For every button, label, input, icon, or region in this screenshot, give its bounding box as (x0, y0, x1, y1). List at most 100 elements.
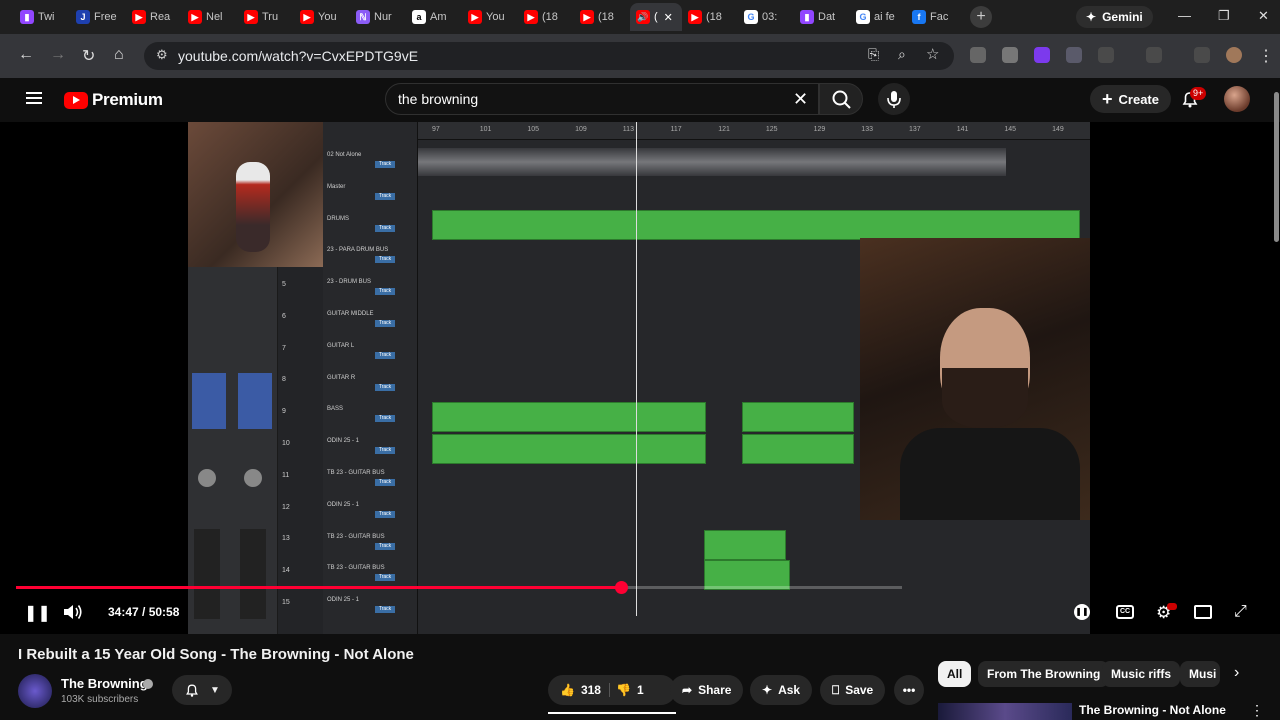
extensions-puzzle-icon[interactable] (1098, 47, 1114, 63)
back-icon[interactable]: ← (18, 46, 34, 64)
recommended-video-title[interactable]: The Browning - Not Alone (1079, 703, 1226, 717)
forward-icon[interactable]: → (50, 46, 66, 64)
more-actions-button[interactable]: ••• (894, 675, 924, 705)
chevron-right-icon[interactable]: › (1234, 664, 1239, 682)
recommended-more-icon[interactable]: ⋮ (1250, 702, 1264, 719)
daw-track-button[interactable]: Track (375, 542, 395, 550)
search-button[interactable] (819, 83, 863, 115)
daw-track-button[interactable]: Track (375, 256, 395, 264)
scrubber-handle[interactable] (614, 581, 628, 594)
zoom-icon[interactable]: ⌕ (898, 46, 906, 63)
pan-knob-left[interactable] (198, 469, 216, 487)
url-bar[interactable]: ⚙ youtube.com/watch?v=CvxEPDTG9vE (144, 42, 954, 70)
chip-from-channel[interactable]: From The Browning (978, 661, 1110, 687)
timeline-ruler[interactable]: 97 101 105 109 113 117 121 125 129 133 137 141 145 14… (418, 122, 1090, 140)
browser-tab[interactable]: ▮ Dat (794, 3, 850, 31)
fullscreen-icon[interactable]: ⤢ (1234, 603, 1247, 621)
browser-tab[interactable]: ▶ (18 (518, 3, 574, 31)
bookmark-star-icon[interactable]: ☆ (926, 45, 939, 63)
account-avatar[interactable] (1224, 86, 1250, 112)
browser-tab[interactable]: 🔊 (✕ (630, 3, 682, 31)
extension-eyes-icon[interactable] (970, 47, 986, 63)
daw-track-button[interactable]: Track (375, 224, 395, 232)
channel-name[interactable]: The Browning (61, 676, 148, 691)
reload-icon[interactable]: ↻ (82, 46, 95, 66)
chip-music-riffs[interactable]: Music riffs (1102, 661, 1181, 687)
captions-icon[interactable]: CC (1116, 605, 1134, 619)
video-frame[interactable]: 5 6 7 8 9 10 11 12 13 14 15 02 Not Alone Track Maste… (188, 122, 1090, 634)
autoplay-toggle-icon[interactable]: ❚❚ (1074, 604, 1090, 620)
subscribed-button[interactable]: ▼ (172, 675, 232, 705)
browser-tab[interactable]: ▶ Nel (182, 3, 238, 31)
create-button[interactable]: + Create (1090, 85, 1171, 113)
recommended-video-thumbnail[interactable] (938, 703, 1072, 720)
midi-region[interactable] (742, 434, 854, 464)
media-controls-icon[interactable] (1194, 47, 1210, 63)
daw-track-button[interactable]: Track (375, 383, 395, 391)
theater-mode-icon[interactable] (1194, 605, 1212, 619)
browser-tab[interactable]: a Am (406, 3, 462, 31)
hamburger-menu-icon[interactable] (26, 92, 42, 104)
pause-icon[interactable]: ❚❚ (24, 603, 51, 623)
daw-track-button[interactable]: Track (375, 161, 395, 168)
extension-robot-icon[interactable] (1002, 47, 1018, 63)
browser-tab[interactable]: ▶ You (294, 3, 350, 31)
daw-track-button[interactable]: Track (375, 192, 395, 200)
daw-track-button[interactable]: Track (375, 479, 395, 486)
like-button[interactable]: 👍 318 (560, 683, 610, 697)
midi-region[interactable] (432, 402, 706, 432)
browser-tab[interactable]: ▶ (18 (682, 3, 738, 31)
close-window-icon[interactable]: ✕ (1258, 8, 1269, 24)
daw-track-button[interactable]: Track (375, 288, 395, 296)
extension-purple-icon[interactable] (1034, 47, 1050, 63)
fader-right[interactable] (240, 529, 266, 619)
side-panel-icon[interactable] (1146, 47, 1162, 63)
midi-region[interactable] (704, 530, 786, 560)
extension-shield-icon[interactable] (1066, 47, 1082, 63)
browser-menu-icon[interactable]: ⋮ (1258, 46, 1274, 66)
pan-knob-right[interactable] (244, 469, 262, 487)
ask-button[interactable]: ✦ Ask (750, 675, 813, 705)
daw-track-button[interactable]: Track (375, 574, 395, 582)
browser-tab[interactable]: ▶ You (462, 3, 518, 31)
chip-all[interactable]: All (938, 661, 972, 687)
dislike-button[interactable]: 👎 1 (616, 683, 644, 697)
browser-tab[interactable]: ▶ Rea (126, 3, 182, 31)
browser-tab[interactable]: ▶ (18 (574, 3, 630, 31)
save-button[interactable]: ⎕ Save (820, 675, 886, 705)
midi-region[interactable] (432, 210, 1080, 240)
volume-icon[interactable] (62, 602, 84, 622)
daw-track-button[interactable]: Track (375, 510, 395, 518)
midi-region[interactable] (742, 402, 854, 432)
youtube-premium-logo[interactable]: Premium (64, 90, 163, 110)
profile-avatar-icon[interactable] (1226, 47, 1242, 63)
share-button[interactable]: ➦ Share (670, 675, 744, 705)
daw-track-button[interactable]: Track (375, 447, 395, 455)
daw-track-button[interactable]: Track (375, 415, 395, 423)
daw-track-button[interactable]: Track (375, 320, 395, 327)
browser-tab[interactable]: J Free (70, 3, 126, 31)
search-input[interactable]: the browning (385, 83, 819, 115)
daw-track-button[interactable]: Track (375, 351, 395, 359)
browser-tab[interactable]: Gai fe (850, 3, 906, 31)
browser-tab[interactable]: ℕ Nur (350, 3, 406, 31)
channel-avatar[interactable] (18, 674, 52, 708)
new-tab-button[interactable]: + (970, 6, 992, 28)
gemini-button[interactable]: ✦ Gemini (1076, 6, 1153, 28)
voice-search-button[interactable] (878, 83, 910, 115)
page-scrollbar[interactable] (1274, 92, 1279, 242)
browser-tab[interactable]: ▮ Twi (14, 3, 70, 31)
clear-search-icon[interactable]: ✕ (793, 89, 808, 110)
chip-music[interactable]: Musi (1180, 661, 1220, 687)
site-info-icon[interactable]: ⚙ (156, 47, 168, 63)
fader-left[interactable] (194, 529, 220, 619)
tab-close-icon[interactable]: ✕ (664, 11, 673, 24)
home-icon[interactable]: ⌂ (114, 46, 124, 64)
maximize-icon[interactable]: ❐ (1218, 8, 1230, 24)
minimize-icon[interactable]: — (1178, 8, 1191, 23)
browser-tab[interactable]: ▶ Tru (238, 3, 294, 31)
daw-track-button[interactable]: Track (375, 606, 395, 614)
browser-tab[interactable]: f Fac (906, 3, 962, 31)
install-app-icon[interactable]: ⎘ (868, 46, 879, 63)
browser-tab[interactable]: G 03: (738, 3, 794, 31)
